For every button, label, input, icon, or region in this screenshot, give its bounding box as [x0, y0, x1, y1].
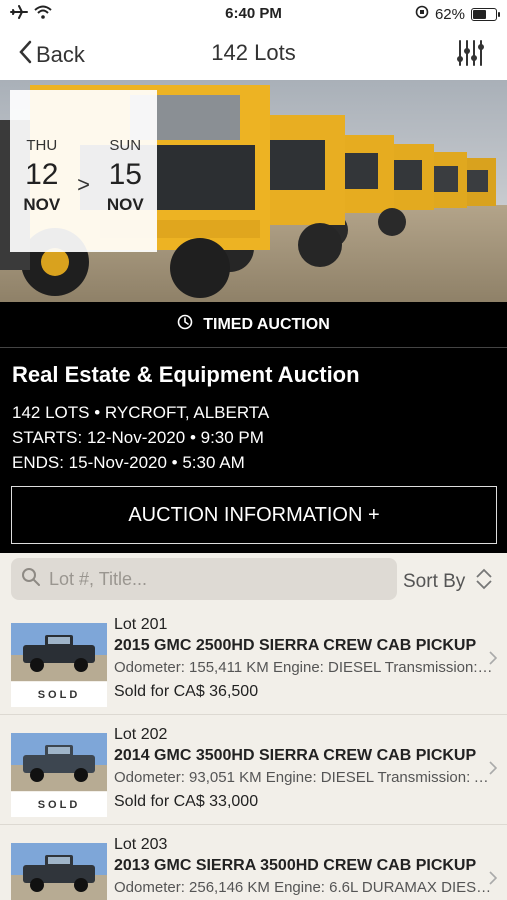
- lot-thumbnail: [11, 843, 107, 900]
- auction-summary: 142 LOTS • RYCROFT, ALBERTA: [12, 403, 270, 422]
- auction-hero-image: THU 12 NOV > SUN 15 NOV: [0, 80, 507, 302]
- battery-percent: 62%: [434, 5, 465, 23]
- lot-number: Lot 201: [114, 616, 168, 633]
- sold-badge: SOLD: [11, 792, 107, 817]
- search-icon: [21, 567, 41, 592]
- lot-description: Odometer: 256,146 KM Engine: 6.6L DURAMA…: [114, 879, 494, 896]
- lot-thumbnail: SOLD: [11, 733, 107, 821]
- start-month: NOV: [23, 195, 61, 214]
- lot-number: Lot 202: [114, 726, 168, 743]
- end-date: SUN 15 NOV: [94, 127, 158, 215]
- sort-chevrons-icon: [475, 567, 493, 597]
- sold-badge: SOLD: [11, 682, 107, 707]
- lot-title: 2013 GMC SIERRA 3500HD CREW CAB PICKUP: [114, 857, 477, 874]
- end-date-number: 15: [108, 158, 142, 191]
- status-bar: 6:40 PM 62%: [0, 0, 507, 28]
- auction-type-banner: TIMED AUCTION: [0, 302, 507, 348]
- lot-description: Odometer: 93,051 KM Engine: DIESEL Trans…: [114, 769, 494, 786]
- lot-row[interactable]: SOLD Lot 201 2015 GMC 2500HD SIERRA CREW…: [0, 605, 507, 715]
- start-date-number: 12: [25, 158, 59, 191]
- chevron-right-icon: [489, 761, 498, 780]
- battery-icon: [471, 7, 500, 21]
- auction-info-panel: Real Estate & Equipment Auction 142 LOTS…: [0, 348, 507, 553]
- auction-type-label: TIMED AUCTION: [203, 315, 330, 333]
- auction-start: STARTS: 12-Nov-2020 • 9:30 PM: [12, 428, 264, 447]
- lot-title: 2014 GMC 3500HD SIERRA CREW CAB PICKUP: [114, 747, 477, 764]
- chevron-right-icon: [489, 651, 498, 670]
- date-separator: >: [77, 172, 90, 197]
- lot-thumbnail: SOLD: [11, 623, 107, 711]
- start-day: THU: [26, 137, 58, 154]
- lots-list: SOLD Lot 201 2015 GMC 2500HD SIERRA CREW…: [0, 605, 507, 900]
- search-bar: Sort By: [0, 553, 507, 605]
- lot-description: Odometer: 155,411 KM Engine: DIESEL Tran…: [114, 659, 494, 676]
- end-day: SUN: [109, 137, 142, 154]
- sort-by-label: Sort By: [403, 571, 466, 592]
- start-date: THU 12 NOV: [10, 127, 74, 215]
- auction-date-range: THU 12 NOV > SUN 15 NOV: [10, 90, 157, 252]
- lot-number: Lot 203: [114, 836, 168, 853]
- status-right: 62%: [415, 5, 500, 23]
- page-title: 142 Lots: [211, 40, 296, 65]
- auction-information-button[interactable]: AUCTION INFORMATION +: [11, 486, 497, 544]
- nav-bar: Back 142 Lots: [0, 28, 507, 80]
- auction-title: Real Estate & Equipment Auction: [12, 362, 360, 387]
- lot-row[interactable]: SOLD Lot 202 2014 GMC 3500HD SIERRA CREW…: [0, 715, 507, 825]
- orientation-lock-icon: [415, 5, 429, 23]
- search-field[interactable]: [11, 558, 397, 600]
- lot-row[interactable]: Lot 203 2013 GMC SIERRA 3500HD CREW CAB …: [0, 825, 507, 900]
- filter-button[interactable]: [455, 38, 485, 73]
- auction-end: ENDS: 15-Nov-2020 • 5:30 AM: [12, 453, 245, 472]
- search-input[interactable]: [49, 568, 369, 590]
- lot-price: Sold for CA$ 33,000: [114, 793, 259, 810]
- clock-icon: [177, 314, 193, 335]
- sliders-icon: [455, 40, 485, 72]
- sort-by-button[interactable]: Sort By: [403, 567, 493, 597]
- end-month: NOV: [106, 195, 144, 214]
- lot-title: 2015 GMC 2500HD SIERRA CREW CAB PICKUP: [114, 637, 477, 654]
- lot-price: Sold for CA$ 36,500: [114, 683, 259, 700]
- chevron-right-icon: [489, 871, 498, 890]
